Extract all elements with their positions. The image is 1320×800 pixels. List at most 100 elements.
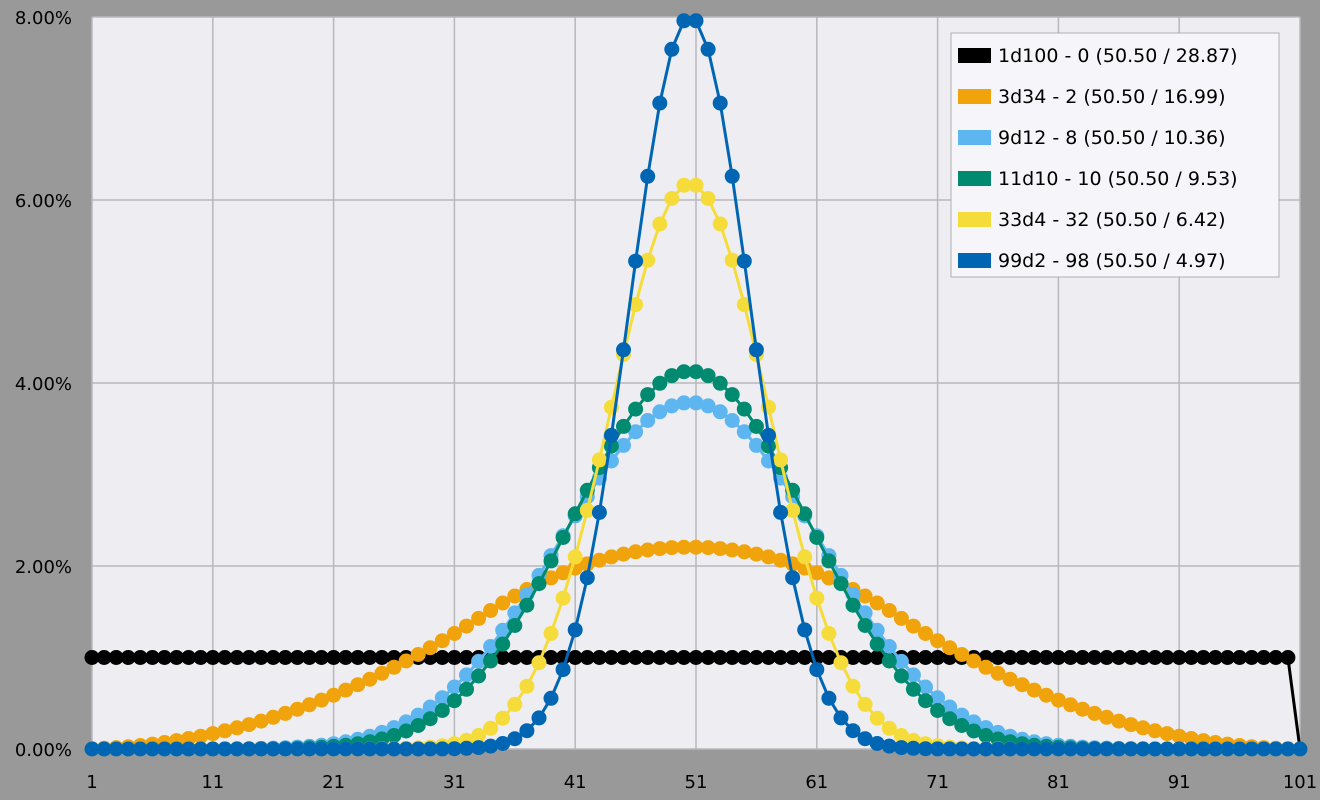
data-point <box>640 168 656 184</box>
data-point <box>531 710 547 726</box>
data-point <box>797 622 813 638</box>
data-point <box>652 95 668 111</box>
data-point <box>507 696 523 712</box>
legend-swatch <box>958 171 991 186</box>
x-tick-label: 21 <box>322 772 345 793</box>
data-point <box>628 401 644 417</box>
y-tick-label: 0.00% <box>15 740 72 761</box>
data-point <box>845 678 861 694</box>
data-point <box>603 427 619 443</box>
x-tick-label: 81 <box>1047 772 1070 793</box>
legend-box <box>950 32 1280 278</box>
data-point <box>640 413 656 428</box>
data-point <box>471 668 487 684</box>
data-point <box>519 678 535 694</box>
data-point <box>688 177 704 193</box>
data-point <box>869 710 885 726</box>
legend-swatch <box>958 89 991 104</box>
x-tick-label: 11 <box>201 772 224 793</box>
legend-label: 11d10 - 10 (50.50 / 9.53) <box>998 168 1238 190</box>
data-point <box>700 41 716 57</box>
data-point <box>700 191 716 206</box>
data-point <box>809 662 825 678</box>
x-tick-label: 31 <box>443 772 466 793</box>
data-point <box>483 720 499 736</box>
data-point <box>833 576 849 592</box>
x-axis-ticks: 1 11 21 31 41 51 61 71 81 91 101 <box>86 772 1317 793</box>
data-point <box>664 191 680 206</box>
x-tick-label: 61 <box>805 772 828 793</box>
data-point <box>809 590 825 606</box>
x-tick-label: 101 <box>1283 772 1317 793</box>
data-point <box>543 690 559 706</box>
data-point <box>507 618 523 633</box>
data-point <box>712 95 728 111</box>
x-tick-label: 1 <box>86 772 97 793</box>
data-point <box>616 342 631 358</box>
y-axis-ticks: 0.00% 2.00% 4.00% 6.00% 8.00% <box>15 8 72 761</box>
data-point <box>821 553 837 569</box>
data-point <box>555 662 571 678</box>
legend-label: 9d12 - 8 (50.50 / 10.36) <box>998 127 1225 149</box>
y-tick-label: 8.00% <box>15 8 72 29</box>
legend-swatch <box>958 130 991 145</box>
data-point <box>809 530 825 545</box>
legend-swatch <box>958 212 991 227</box>
data-point <box>869 636 885 652</box>
data-point <box>543 553 559 569</box>
data-point <box>773 452 789 468</box>
data-point <box>833 655 849 671</box>
data-point <box>761 427 776 443</box>
data-point <box>483 653 499 669</box>
legend-label: 1d100 - 0 (50.50 / 28.87) <box>998 45 1238 67</box>
data-point <box>664 41 680 57</box>
data-point <box>712 404 728 420</box>
data-point <box>724 387 740 403</box>
data-point <box>785 570 801 586</box>
legend-label: 33d4 - 32 (50.50 / 6.42) <box>998 209 1225 231</box>
x-tick-label: 41 <box>564 772 587 793</box>
data-point <box>833 710 849 726</box>
data-point <box>1292 741 1308 757</box>
data-point <box>543 625 559 641</box>
x-tick-label: 91 <box>1168 772 1191 793</box>
data-point <box>712 216 728 232</box>
data-point <box>628 253 644 269</box>
data-point <box>616 418 631 434</box>
data-point <box>797 549 813 565</box>
data-point <box>531 655 547 671</box>
data-point <box>857 618 873 633</box>
legend: 1d100 - 0 (50.50 / 28.87) 3d34 - 2 (50.50… <box>950 32 1280 278</box>
legend-label: 3d34 - 2 (50.50 / 16.99) <box>998 86 1225 108</box>
data-point <box>821 690 837 706</box>
data-point <box>688 13 704 29</box>
data-point <box>495 636 511 652</box>
data-point <box>555 590 571 606</box>
data-point <box>591 452 607 468</box>
data-point <box>567 622 583 638</box>
legend-swatch <box>958 48 991 63</box>
data-point <box>821 625 837 641</box>
data-point <box>555 530 571 545</box>
data-point <box>579 570 595 586</box>
data-point <box>640 387 656 403</box>
data-point <box>748 418 764 434</box>
data-point <box>773 504 789 520</box>
data-point <box>652 216 668 232</box>
legend-label: 99d2 - 98 (50.50 / 4.97) <box>998 250 1225 272</box>
data-point <box>881 653 897 669</box>
legend-swatch <box>958 253 991 268</box>
data-point <box>1280 650 1296 665</box>
data-point <box>712 375 728 391</box>
data-point <box>724 168 740 184</box>
x-tick-label: 71 <box>926 772 949 793</box>
y-tick-label: 6.00% <box>15 191 72 212</box>
data-point <box>724 413 740 428</box>
data-point <box>519 723 535 739</box>
data-point <box>519 597 535 613</box>
data-point <box>905 681 921 697</box>
y-tick-label: 2.00% <box>15 557 72 578</box>
data-point <box>591 504 607 520</box>
data-point <box>736 401 752 417</box>
data-point <box>495 710 511 726</box>
